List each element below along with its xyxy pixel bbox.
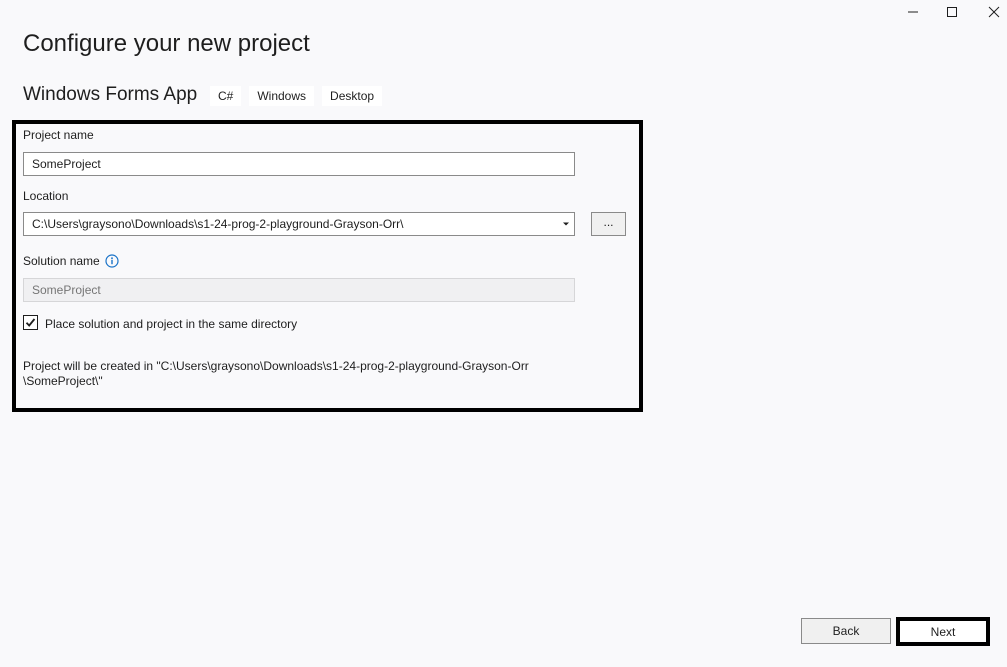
solution-name-label: Solution name [23,254,100,268]
tag-language: C# [210,86,242,106]
template-name: Windows Forms App [23,84,198,105]
browse-location-button[interactable]: ... [591,212,626,236]
back-button[interactable]: Back [801,618,891,644]
project-location-line-1: Project will be created in "C:\Users\gra… [23,359,529,373]
same-directory-label[interactable]: Place solution and project in the same d… [45,317,297,331]
tag-project-type: Desktop [322,86,383,106]
close-button[interactable] [974,0,1007,24]
tag-platform: Windows [249,86,315,106]
location-label: Location [23,189,69,203]
minimize-button[interactable] [893,0,933,24]
dropdown-arrow-icon[interactable] [558,213,574,235]
project-name-input[interactable] [23,152,575,176]
info-icon[interactable] [105,254,119,273]
template-tags: C# Windows Desktop [210,86,383,106]
project-name-label: Project name [23,128,94,142]
same-directory-checkbox[interactable] [23,315,38,330]
project-location-line-2: \SomeProject\" [23,374,103,388]
maximize-icon [947,7,957,17]
checkmark-icon [25,318,36,327]
solution-name-input [23,278,575,302]
location-combobox[interactable]: C:\Users\graysono\Downloads\s1-24-prog-2… [23,212,575,236]
next-button[interactable]: Next [896,617,990,646]
location-value: C:\Users\graysono\Downloads\s1-24-prog-2… [32,217,404,231]
maximize-button[interactable] [932,0,972,24]
project-location-info: Project will be created in "C:\Users\gra… [23,359,583,389]
page-title: Configure your new project [23,30,310,57]
close-icon [988,6,1000,18]
minimize-icon [908,11,918,13]
